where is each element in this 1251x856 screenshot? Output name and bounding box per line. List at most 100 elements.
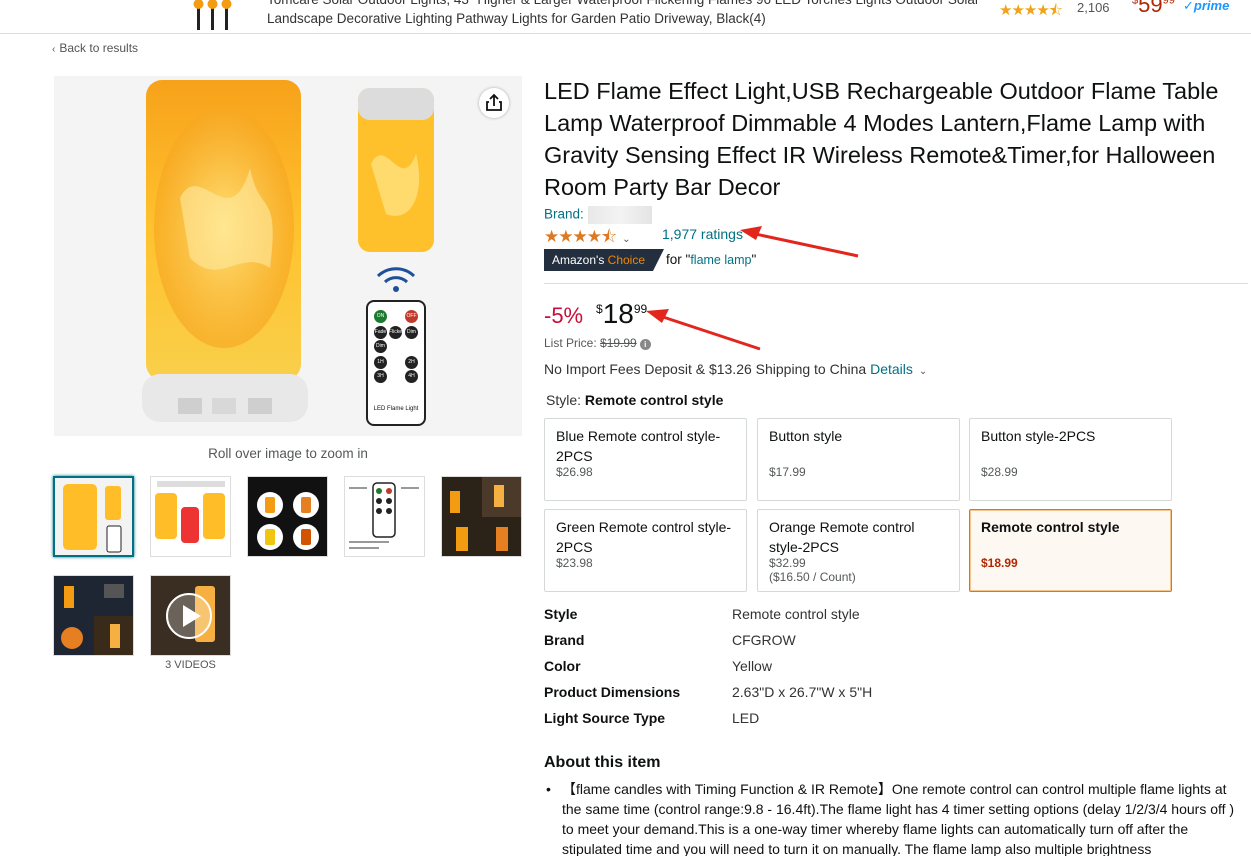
style-option-name: Button style-2PCS [981,428,1096,444]
about-bullet-list: • 【flame candles with Timing Function & … [544,779,1244,856]
spec-value: CFGROW [732,632,796,648]
spec-key: Brand [544,632,585,648]
brand-link[interactable]: Brand: [544,206,652,224]
remote-button: 4H [405,370,418,383]
top-product-price: $5999 [1132,0,1175,17]
brand-name-redacted [587,206,652,224]
chevron-down-icon: ⌄ [622,234,631,245]
remote-button: 1H [374,356,387,369]
about-heading: About this item [544,754,661,771]
back-label: Back to results [59,41,139,55]
chevron-down-icon[interactable]: ⌄ [919,366,927,377]
style-option-price: $26.98 [556,465,593,479]
thumbnail-2[interactable] [150,476,231,557]
thumbnail-6[interactable] [53,575,134,656]
chevron-left-icon: ‹ [52,44,56,55]
style-option-price: $28.99 [981,465,1018,479]
list-price-label: List Price: [544,336,597,350]
thumbnail-image [55,478,132,555]
remote-button: 3H [374,370,387,383]
style-option-name: Remote control style [981,519,1120,535]
style-option-price: $23.98 [556,556,593,570]
top-product-bar: Tomcare Solar Outdoor Lights, 43" Higher… [0,0,1251,34]
wireless-signal-icon [376,267,416,292]
videos-count-label[interactable]: 3 VIDEOS [150,659,231,671]
ratings-count-link[interactable]: 1,977 ratings [662,226,743,242]
annotation-arrow-ratings [740,226,859,258]
style-option-price: $17.99 [769,465,806,479]
video-thumbnail[interactable] [150,575,231,656]
main-product-image[interactable]: ON OFF Fade Flicker Dim Dim 1H 2H 3H 4H … [54,76,522,436]
top-product-stars: ★★★★⯪ [999,2,1063,19]
choice-close-quote: " [751,252,757,267]
annotation-arrow-price [646,309,761,351]
info-icon[interactable]: i [639,339,651,350]
share-icon [486,93,502,111]
choice-suffix: Choice [607,253,646,267]
shipping-text: No Import Fees Deposit & $13.26 Shipping… [544,361,867,377]
style-option-price: $32.99 [769,556,806,570]
style-option-selected[interactable]: Remote control style $18.99 [969,509,1172,592]
price: $1899 [596,298,647,330]
thumbnail-image [248,477,327,556]
choice-keyword-link[interactable]: flame lamp [690,253,751,267]
spec-value: Remote control style [732,606,860,622]
thumbnail-image [54,576,133,655]
style-option-price: $18.99 [981,556,1018,570]
spec-value: Yellow [732,658,772,674]
stars-icon: ★★★★⯪ [544,227,617,246]
solar-torch-thumbnail[interactable] [193,0,243,30]
bullet-icon: • [546,781,551,797]
style-option[interactable]: Green Remote control style-2PCS $23.98 [544,509,747,592]
thumbnail-image [151,477,230,556]
price-whole: 18 [602,298,634,329]
about-bullet: 【flame candles with Timing Function & IR… [562,781,1235,856]
thumbnail-5[interactable] [441,476,522,557]
shipping-details-link[interactable]: Details [870,361,913,377]
back-to-results-link[interactable]: ‹ Back to results [52,41,138,55]
style-selector-label: Style: Remote control style [546,392,723,408]
thumbnail-3[interactable] [247,476,328,557]
style-option[interactable]: Button style $17.99 [757,418,960,501]
style-option[interactable]: Blue Remote control style-2PCS $26.98 [544,418,747,501]
top-product-title[interactable]: Tomcare Solar Outdoor Lights, 43" Higher… [267,0,987,28]
thumbnail-4[interactable] [344,476,425,557]
spec-key: Light Source Type [544,710,666,726]
spec-value: 2.63"D x 26.7"W x 5"H [732,684,873,700]
video-thumbnail-image [151,576,230,655]
roll-over-hint: Roll over image to zoom in [208,446,368,461]
thumbnail-1[interactable] [53,476,134,557]
price-symbol: $ [596,302,603,316]
amazons-choice-badge: Amazon's Choice [544,249,665,271]
shipping-info: No Import Fees Deposit & $13.26 Shipping… [544,361,927,377]
remote-button: Fade [374,326,387,339]
remote-button: Flicker [389,326,404,339]
flame-lamp-image [142,80,308,422]
remote-button: OFF [405,310,418,323]
style-label: Style: [546,392,582,408]
small-flame-lamp-image [358,88,434,252]
style-option-unit-price: ($16.50 / Count) [769,570,856,584]
choice-keyword-text: for "flame lamp" [666,252,756,267]
list-price: List Price: $19.99 i [544,336,651,350]
style-option[interactable]: Orange Remote control style-2PCS $32.99 … [757,509,960,592]
product-title: LED Flame Effect Light,USB Rechargeable … [544,78,1219,200]
style-option-name: Blue Remote control style-2PCS [556,428,721,464]
divider [544,283,1248,284]
spec-value: LED [732,710,760,726]
top-product-rating-count[interactable]: 2,106 [1077,0,1110,15]
style-option-name: Button style [769,428,843,444]
style-option-name: Green Remote control style-2PCS [556,519,732,555]
remote-control-image: ON OFF Fade Flicker Dim Dim 1H 2H 3H 4H … [366,300,426,426]
remote-label: LED Flame Light [373,406,419,412]
spec-key: Product Dimensions [544,684,681,700]
choice-for-label: for " [666,252,691,267]
remote-button: Dim [405,326,418,339]
style-option-name: Orange Remote control style-2PCS [769,519,915,555]
share-button[interactable] [479,88,509,118]
price-fraction: 99 [633,302,648,316]
remote-button: 2H [405,356,418,369]
remote-button: Dim [374,340,387,353]
style-option[interactable]: Button style-2PCS $28.99 [969,418,1172,501]
thumbnail-image [442,477,521,556]
